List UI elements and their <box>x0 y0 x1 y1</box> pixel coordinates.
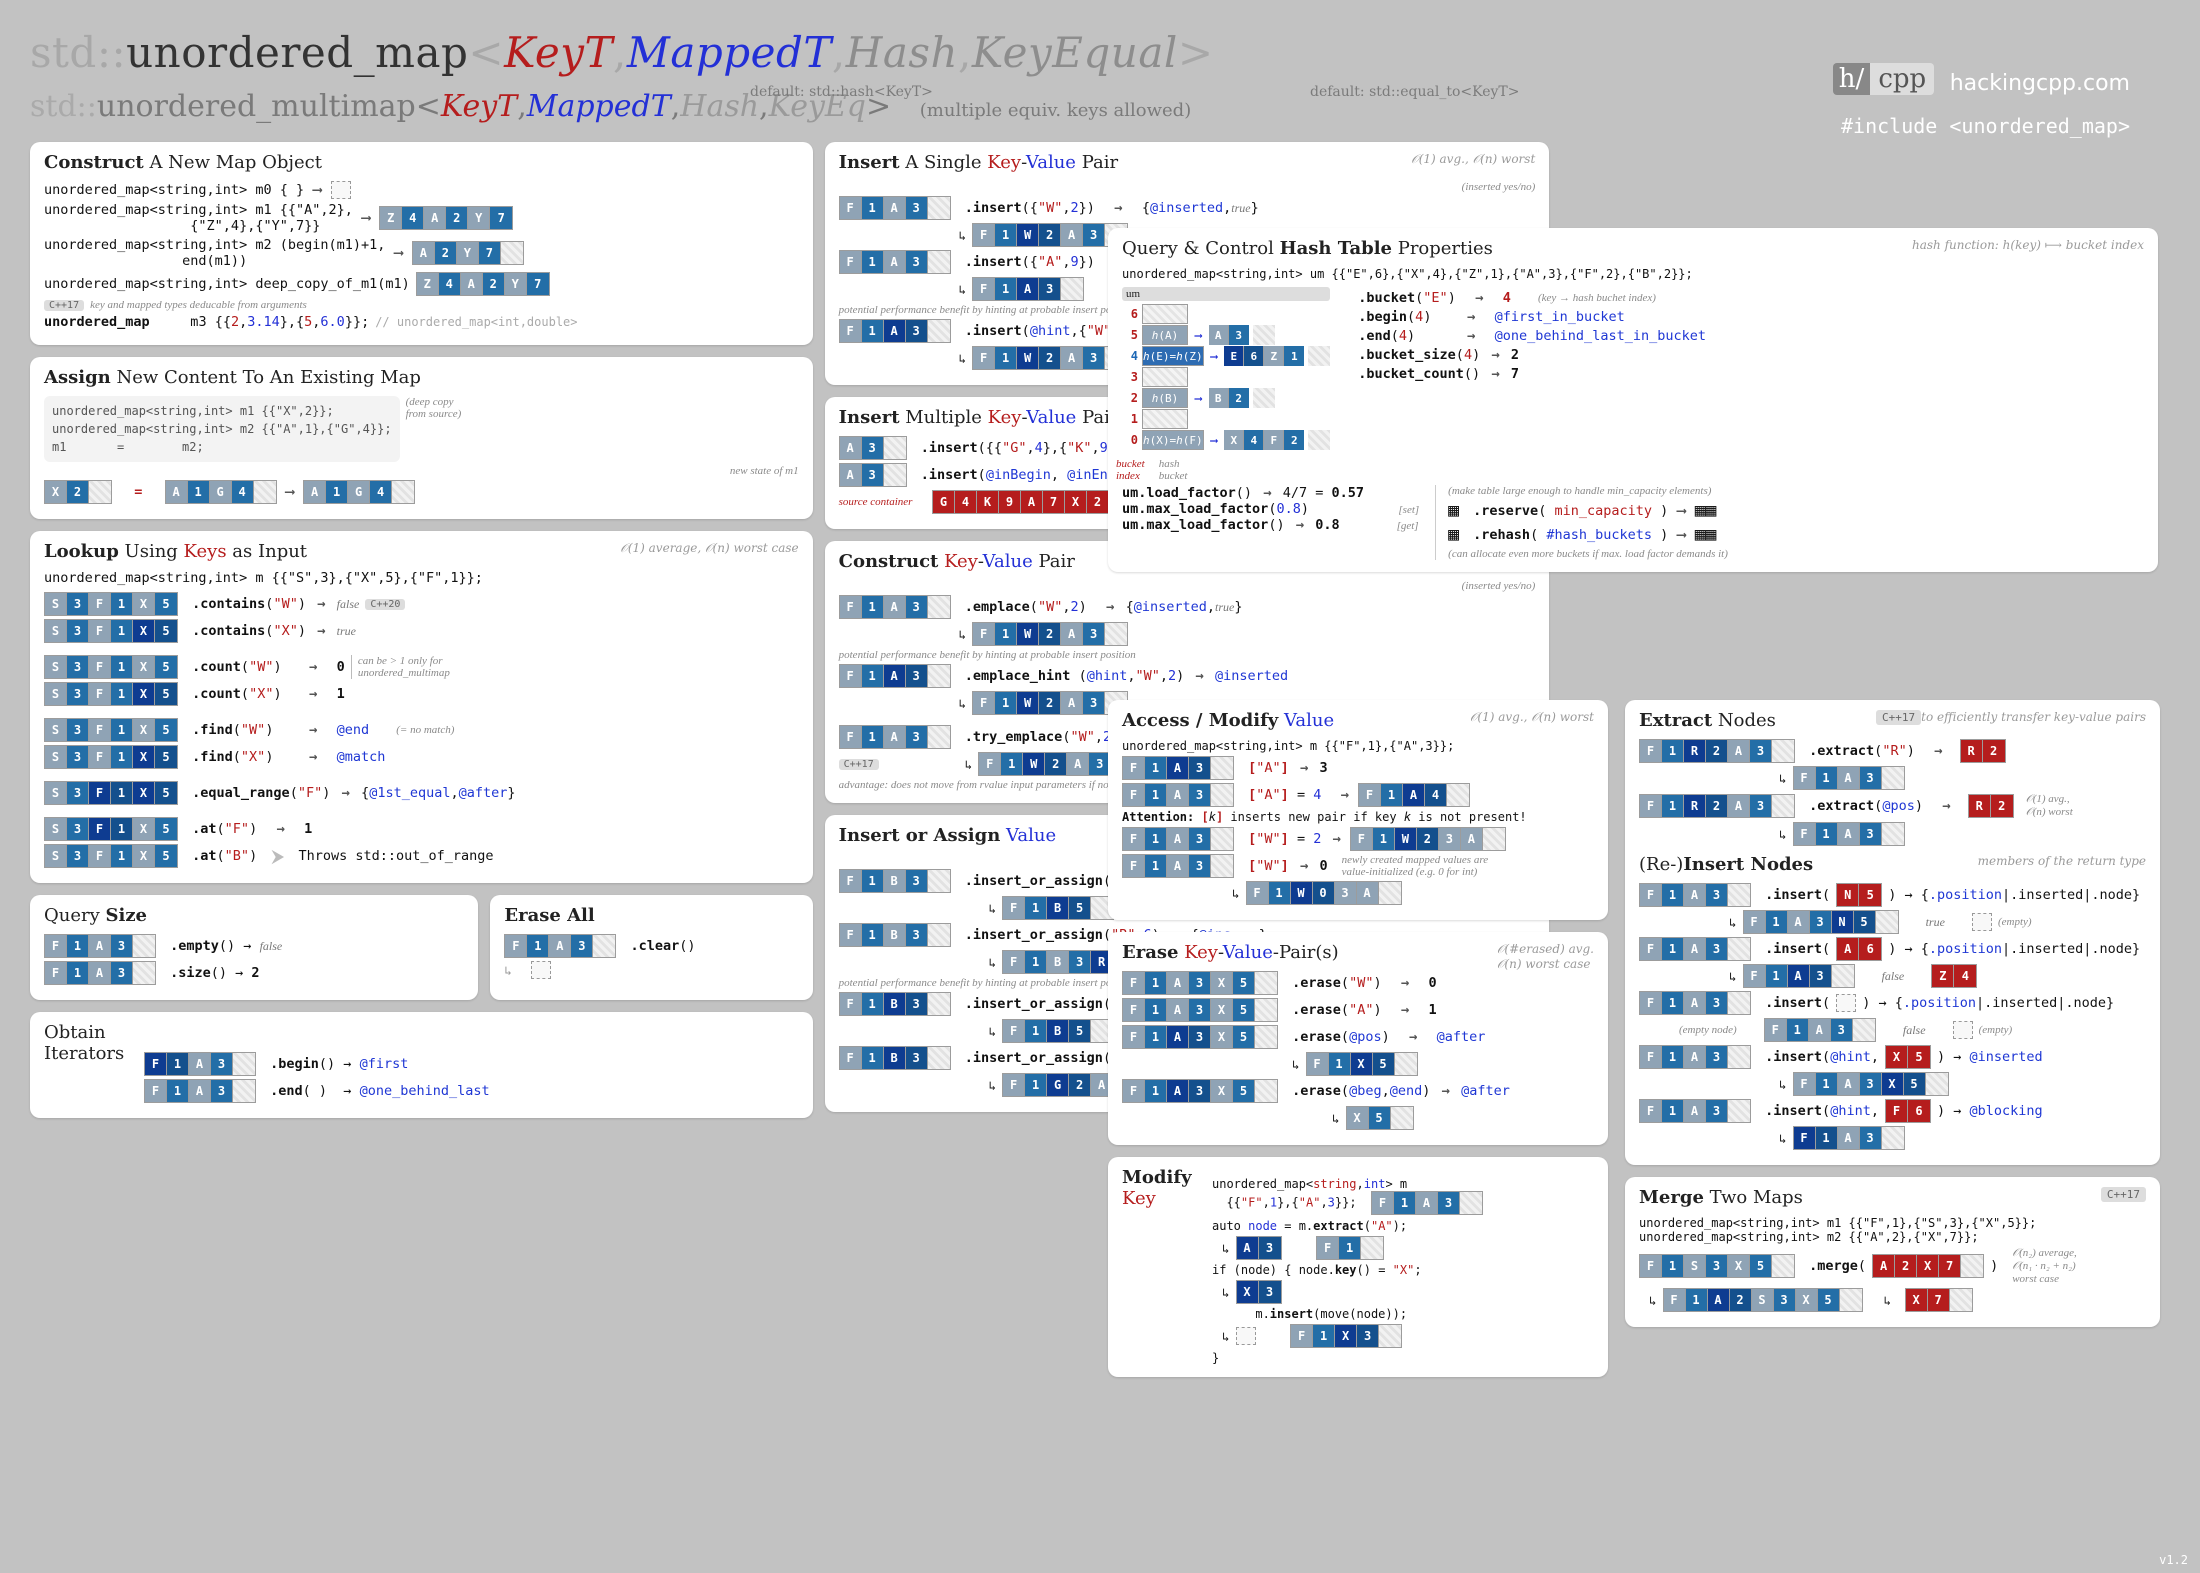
card-merge: Merge Two Maps C++17 unordered_map<strin… <box>1625 1177 2160 1327</box>
version-label: v1.2 <box>2159 1553 2188 1567</box>
assign-codebox: unordered_map<string,int> m1 {{"X",2}}; … <box>44 396 400 462</box>
card-access-modify: Access / Modify Value 𝒪(1) avg., 𝒪(n) wo… <box>1108 700 1608 920</box>
card-erase-kv: Erase Key-Value-Pair(s) 𝒪(#erased) avg. … <box>1108 932 1608 1145</box>
default-eq-note: default: std::equal_to<KeyT> <box>1310 84 1520 100</box>
card-size: Query Size F1A3 .empty() → false F1A3 .s… <box>30 895 478 1000</box>
card-erase-all: Erase All F1A3 .clear() ↳ <box>490 895 812 1000</box>
card-hash-table: Query & Control Hash Table Properties ha… <box>1108 228 2158 572</box>
card-assign: Assign New Content To An Existing Map un… <box>30 357 813 519</box>
card-lookup: Lookup Using Keys as Input 𝒪(1) average,… <box>30 531 813 883</box>
card-extract-nodes: Extract Nodes to efficiently transfer ke… <box>1625 700 2160 1165</box>
card-construct: Construct A New Map Object unordered_map… <box>30 142 813 345</box>
card-modify-key: Modify Key unordered_map<string,int> m {… <box>1108 1157 1608 1377</box>
branding: h/cpp hackingcpp.com #include <unordered… <box>1833 64 2130 138</box>
card-iterators: Obtain Iterators ++ F1A3 .begin() → @fir… <box>30 1012 813 1118</box>
default-hash-note: default: std::hash<KeyT> <box>750 84 933 100</box>
include-directive: #include <unordered_map> <box>1833 114 2130 138</box>
